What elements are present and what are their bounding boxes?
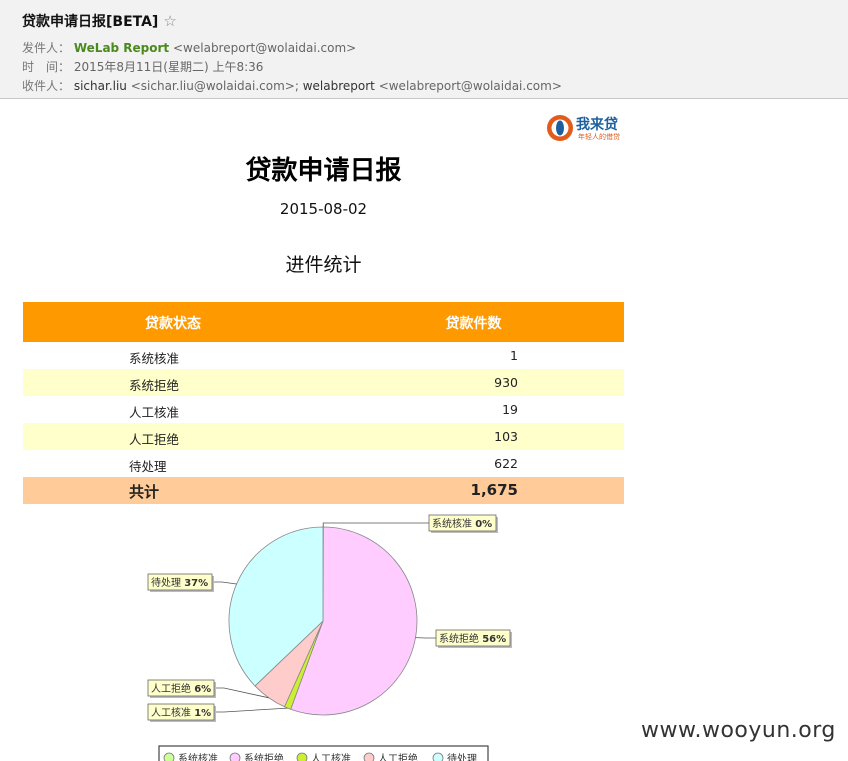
table-row: 待处理 622 (23, 450, 624, 477)
row-status: 人工拒绝 (129, 432, 180, 447)
legend-swatch (163, 752, 175, 761)
row-count: 622 (494, 456, 518, 471)
table-total-row: 共计 1,675 (23, 477, 624, 504)
time-value: 2015年8月11日(星期二) 上午8:36 (73, 60, 264, 74)
legend-swatch (432, 752, 444, 761)
from-label: 发件人： (22, 41, 71, 55)
to-name-2[interactable]: welabreport (303, 79, 375, 93)
logo-mark-icon (547, 115, 573, 141)
report-date: 2015-08-02 (279, 200, 368, 218)
label-shadow (150, 576, 214, 592)
data-label: 人工核准 1% (151, 706, 211, 719)
email-header: 贷款申请日报[BETA] ☆ 发件人： WeLab Report <welabre… (0, 0, 848, 99)
label-leader-line (214, 687, 269, 699)
logo-slogan: 年轻人的借贷 (578, 133, 620, 141)
table-row: 人工拒绝 103 (23, 423, 624, 450)
table-row: 人工核准 19 (23, 396, 624, 423)
to-label: 收件人： (22, 79, 71, 93)
legend-swatch (229, 752, 241, 761)
legend-label: 人工核准 (311, 752, 351, 761)
data-label: 系统核准 0% (432, 517, 492, 530)
from-address: <welabreport@wolaidai.com> (173, 41, 357, 55)
legend-swatch (363, 752, 375, 761)
row-status: 待处理 (129, 459, 167, 474)
row-status: 系统拒绝 (129, 378, 180, 393)
data-label-box (435, 629, 511, 647)
data-label: 人工拒绝 6% (151, 682, 211, 695)
row-count: 930 (494, 375, 518, 390)
pie-slice (290, 526, 418, 716)
pie-slice (228, 526, 324, 687)
row-count: 1 (510, 348, 518, 363)
label-leader-line (322, 522, 429, 527)
data-label-box (147, 573, 213, 591)
header-status: 贷款状态 (145, 316, 201, 332)
data-label: 待处理 37% (151, 576, 208, 589)
legend-label: 系统核准 (178, 752, 218, 761)
header-count: 贷款件数 (445, 316, 502, 332)
to-name-1[interactable]: sichar.liu (74, 79, 127, 93)
label-shadow (150, 682, 216, 698)
legend-box (158, 745, 489, 761)
watermark: www.wooyun.org (641, 718, 836, 743)
time-row: 时 间： 2015年8月11日(星期二) 上午8:36 (22, 58, 263, 75)
logo-name: 我来贷 (576, 117, 618, 133)
label-leader-line (212, 581, 237, 585)
pie-slice (254, 620, 324, 708)
to-address-1: <sichar.liu@wolaidai.com>; (130, 79, 299, 93)
data-label: 系统拒绝 56% (439, 632, 506, 645)
star-icon[interactable]: ☆ (163, 12, 176, 30)
email-subject: 贷款申请日报[BETA] ☆ (22, 11, 177, 31)
subject-text: 贷款申请日报[BETA] (22, 14, 159, 30)
data-label-box (147, 703, 215, 721)
row-status: 人工核准 (129, 405, 180, 420)
data-label-box (147, 679, 215, 697)
row-count: 19 (502, 402, 518, 417)
time-label: 时 间： (22, 60, 71, 74)
brand-logo: 我来贷 年轻人的借贷 (545, 113, 630, 143)
to-row: 收件人： sichar.liu <sichar.liu@wolaidai.com… (22, 77, 562, 94)
total-label: 共计 (129, 483, 160, 501)
label-leader-line (214, 707, 288, 713)
table-header: 贷款状态 贷款件数 (23, 302, 624, 342)
label-shadow (150, 706, 216, 722)
table-row: 系统拒绝 930 (23, 369, 624, 396)
label-shadow (431, 517, 498, 533)
pie-slice (283, 620, 324, 710)
label-shadow (438, 632, 512, 648)
legend-label: 系统拒绝 (244, 752, 284, 761)
legend-label: 待处理 (447, 752, 477, 761)
data-label-box (428, 514, 497, 532)
row-count: 103 (494, 429, 518, 444)
total-value: 1,675 (470, 481, 518, 499)
table-row: 系统核准 1 (23, 342, 624, 369)
from-name[interactable]: WeLab Report (74, 41, 169, 55)
to-address-2: <welabreport@wolaidai.com> (378, 79, 562, 93)
section-title: 进件统计 (285, 254, 362, 276)
from-row: 发件人： WeLab Report <welabreport@wolaidai.… (22, 39, 356, 56)
legend-label: 人工拒绝 (378, 752, 418, 761)
legend-swatch (296, 752, 308, 761)
row-status: 系统核准 (129, 351, 180, 366)
report-title: 贷款申请日报 (245, 156, 402, 186)
